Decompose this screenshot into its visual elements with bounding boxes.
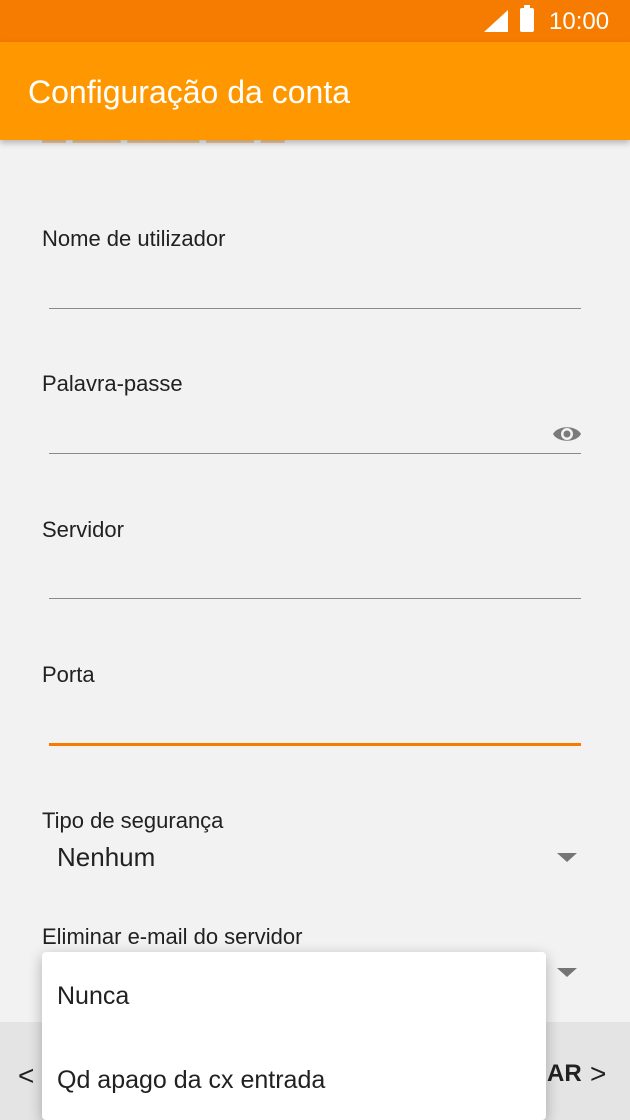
eye-icon[interactable] xyxy=(552,424,582,444)
server-underline xyxy=(49,598,581,599)
app-bar: Configuração da conta xyxy=(0,42,630,140)
password-field[interactable] xyxy=(49,408,549,448)
password-label: Palavra-passe xyxy=(42,371,183,396)
status-time: 10:00 xyxy=(549,8,610,35)
port-label: Porta xyxy=(42,662,95,687)
security-type-dropdown-icon[interactable] xyxy=(557,853,577,862)
menu-option-label: Qd apago da cx entrada xyxy=(57,1066,326,1094)
delete-email-options-menu: Nunca Qd apago da cx entrada xyxy=(42,952,546,1120)
page-title: Configuração da conta xyxy=(28,74,350,110)
username-field[interactable] xyxy=(49,262,549,302)
battery-icon xyxy=(520,5,534,32)
menu-option-label: Nunca xyxy=(57,982,130,1010)
signal-icon xyxy=(484,10,508,32)
security-type-label: Tipo de segurança xyxy=(42,808,224,833)
username-underline xyxy=(49,308,581,309)
menu-option-never[interactable]: Nunca xyxy=(42,952,546,1036)
username-label: Nome de utilizador xyxy=(42,226,226,251)
status-bar: 10:00 xyxy=(0,0,630,42)
delete-email-dropdown-icon[interactable] xyxy=(557,968,577,977)
next-button[interactable]: AR xyxy=(547,1060,582,1088)
chevron-left-icon[interactable]: < xyxy=(18,1060,34,1092)
password-underline xyxy=(49,453,581,454)
server-label: Servidor xyxy=(42,517,124,542)
chevron-right-icon[interactable]: > xyxy=(590,1058,606,1090)
security-type-select[interactable]: Nenhum xyxy=(57,842,155,873)
server-field[interactable] xyxy=(49,554,549,594)
menu-option-when-deleted-inbox[interactable]: Qd apago da cx entrada xyxy=(42,1036,546,1120)
delete-email-label: Eliminar e-mail do servidor xyxy=(42,924,303,949)
port-field[interactable] xyxy=(49,699,549,739)
port-underline xyxy=(49,743,581,746)
